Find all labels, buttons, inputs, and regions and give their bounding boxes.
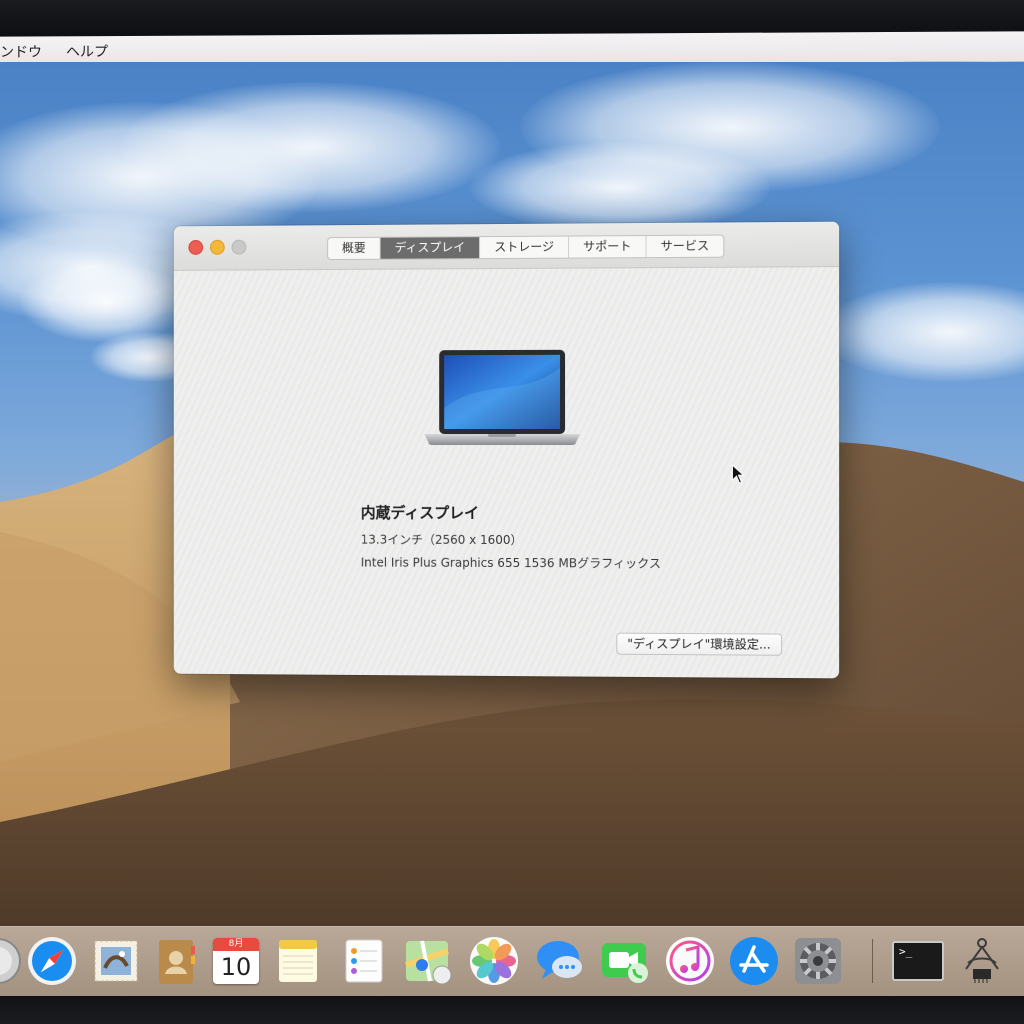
maps-icon[interactable] bbox=[402, 935, 454, 987]
messages-icon[interactable] bbox=[534, 935, 586, 987]
display-name: 内蔵ディスプレイ bbox=[360, 503, 479, 522]
display-preferences-button[interactable]: "ディスプレイ"環境設定... bbox=[616, 632, 782, 656]
calendar-icon[interactable]: 8月 10 bbox=[210, 935, 262, 987]
contacts-icon[interactable] bbox=[150, 935, 202, 987]
tab-support[interactable]: サポート bbox=[569, 236, 647, 258]
finder-icon[interactable] bbox=[0, 935, 24, 987]
tab-display[interactable]: ディスプレイ bbox=[380, 237, 481, 259]
safari-icon[interactable] bbox=[26, 935, 78, 987]
app-store-icon[interactable] bbox=[728, 935, 780, 987]
photos-icon[interactable] bbox=[468, 935, 520, 987]
zoom-button[interactable] bbox=[231, 239, 247, 255]
reminders-icon[interactable] bbox=[338, 935, 390, 987]
menu-window[interactable]: ンドウ bbox=[0, 41, 42, 61]
mouse-cursor-icon bbox=[731, 464, 745, 484]
notes-icon[interactable] bbox=[272, 935, 324, 987]
macbook-icon bbox=[424, 349, 581, 446]
facetime-icon[interactable] bbox=[598, 935, 650, 987]
menu-help[interactable]: ヘルプ bbox=[66, 41, 108, 61]
bezel-top bbox=[0, 0, 1024, 36]
graphics-info: Intel Iris Plus Graphics 655 1536 MBグラフィ… bbox=[360, 555, 661, 571]
calendar-month: 8月 bbox=[213, 938, 259, 951]
tab-storage[interactable]: ストレージ bbox=[480, 236, 570, 259]
terminal-prompt: >_ bbox=[899, 945, 913, 958]
system-preferences-icon[interactable] bbox=[792, 935, 844, 987]
dock: 8月 10 >_ bbox=[0, 926, 1024, 997]
dock-separator bbox=[872, 939, 873, 983]
about-this-mac-window: 概要 ディスプレイ ストレージ サポート サービス 内蔵ディスプレイ 13.3イ… bbox=[173, 221, 840, 679]
minimize-button[interactable] bbox=[209, 239, 225, 255]
screen: ンドウ ヘルプ 概要 ディスプレイ ストレージ サポート サービス 内蔵ディスプ… bbox=[0, 0, 1024, 1024]
terminal-icon[interactable]: >_ bbox=[892, 935, 944, 987]
tab-overview[interactable]: 概要 bbox=[328, 237, 381, 260]
window-titlebar[interactable]: 概要 ディスプレイ ストレージ サポート サービス bbox=[173, 221, 840, 271]
bezel-bottom bbox=[0, 996, 1024, 1024]
close-button[interactable] bbox=[188, 239, 204, 255]
tab-service[interactable]: サービス bbox=[646, 236, 723, 258]
calendar-day: 10 bbox=[220, 953, 252, 981]
mail-icon[interactable] bbox=[90, 935, 142, 987]
system-information-icon[interactable] bbox=[956, 935, 1008, 987]
tab-bar: 概要 ディスプレイ ストレージ サポート サービス bbox=[327, 234, 725, 261]
display-resolution: 13.3インチ（2560 x 1600） bbox=[360, 532, 523, 548]
itunes-icon[interactable] bbox=[664, 935, 716, 987]
